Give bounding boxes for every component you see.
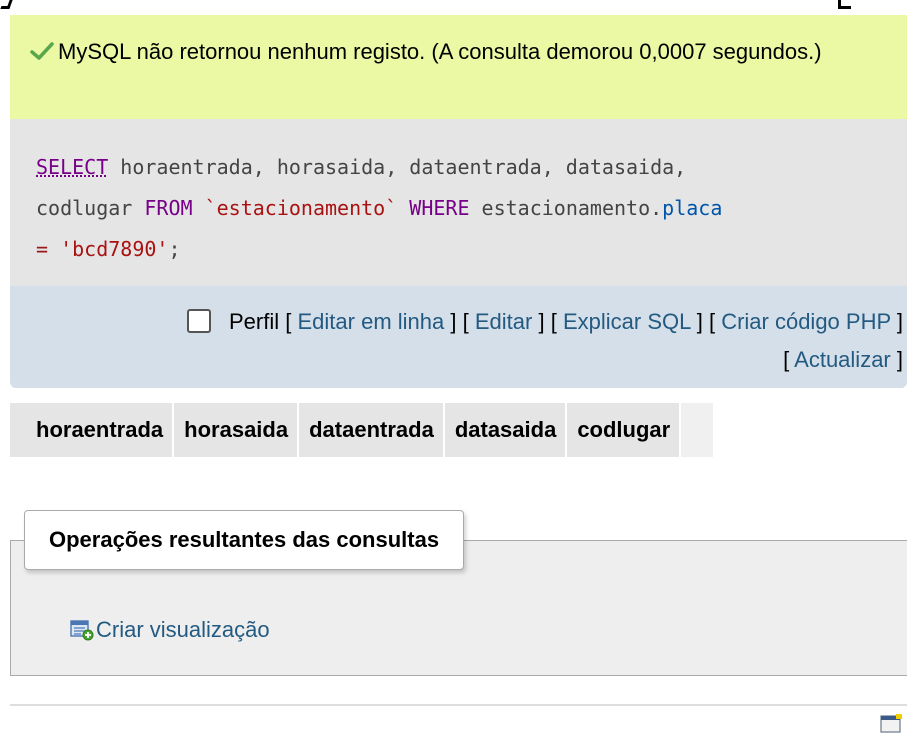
- sql-columns: horaentrada, horasaida, dataentrada, dat…: [108, 155, 687, 179]
- sql-keyword-from: FROM: [144, 196, 193, 220]
- column-header[interactable]: horasaida: [174, 403, 300, 457]
- refresh-link[interactable]: Actualizar: [794, 347, 891, 372]
- profile-label: Perfil: [229, 309, 280, 334]
- edit-inline-link[interactable]: Editar em linha: [298, 309, 445, 334]
- column-header[interactable]: codlugar: [567, 403, 682, 457]
- create-php-code-link[interactable]: Criar código PHP: [721, 309, 891, 334]
- sql-keyword-select[interactable]: SELECT: [36, 155, 108, 179]
- column-header-filler: [681, 403, 714, 457]
- console-toggle-icon[interactable]: [880, 714, 902, 733]
- sql-query-box[interactable]: SELECT horaentrada, horasaida, dataentra…: [10, 119, 907, 286]
- explain-sql-link[interactable]: Explicar SQL: [563, 309, 691, 334]
- column-header[interactable]: dataentrada: [299, 403, 445, 457]
- column-header[interactable]: horaentrada: [10, 403, 175, 457]
- sql-keyword-where: WHERE: [409, 196, 470, 220]
- success-message: MySQL não retornou nenhum registo. (A co…: [10, 15, 907, 119]
- sql-operator: =: [36, 237, 49, 261]
- column-header[interactable]: datasaida: [444, 403, 568, 457]
- sql-table-name: `estacionamento`: [192, 196, 410, 220]
- cut-off-glyph: [838, 0, 851, 9]
- check-icon: [30, 42, 54, 60]
- sql-semicolon: ;: [168, 237, 181, 261]
- sql-expr-field: placa: [662, 196, 723, 220]
- create-view-icon: [70, 620, 94, 641]
- cut-off-glyph: [0, 0, 13, 9]
- top-edge-fragment: [0, 0, 907, 14]
- query-operations-legend: Operações resultantes das consultas: [24, 510, 465, 570]
- divider: [10, 704, 907, 706]
- page: MySQL não retornou nenhum registo. (A co…: [0, 0, 907, 733]
- toolbar-row-1: Perfil [ Editar em linha ] [ Editar ] [ …: [187, 302, 903, 342]
- toolbar-row-2: [ Actualizar ]: [783, 347, 903, 372]
- edit-link[interactable]: Editar: [475, 309, 532, 334]
- results-table-header: horaentrada horasaida dataentrada datasa…: [10, 403, 714, 457]
- query-toolbar: Perfil [ Editar em linha ] [ Editar ] [ …: [10, 286, 907, 388]
- success-text: MySQL não retornou nenhum registo. (A co…: [58, 39, 822, 64]
- sql-codlugar: codlugar: [36, 196, 145, 220]
- profile-checkbox[interactable]: [187, 309, 211, 333]
- create-view-link[interactable]: Criar visualização: [70, 615, 270, 645]
- sql-value: 'bcd7890': [48, 237, 169, 261]
- create-view-label: Criar visualização: [96, 617, 270, 642]
- sql-expr-table: estacionamento.: [469, 196, 663, 220]
